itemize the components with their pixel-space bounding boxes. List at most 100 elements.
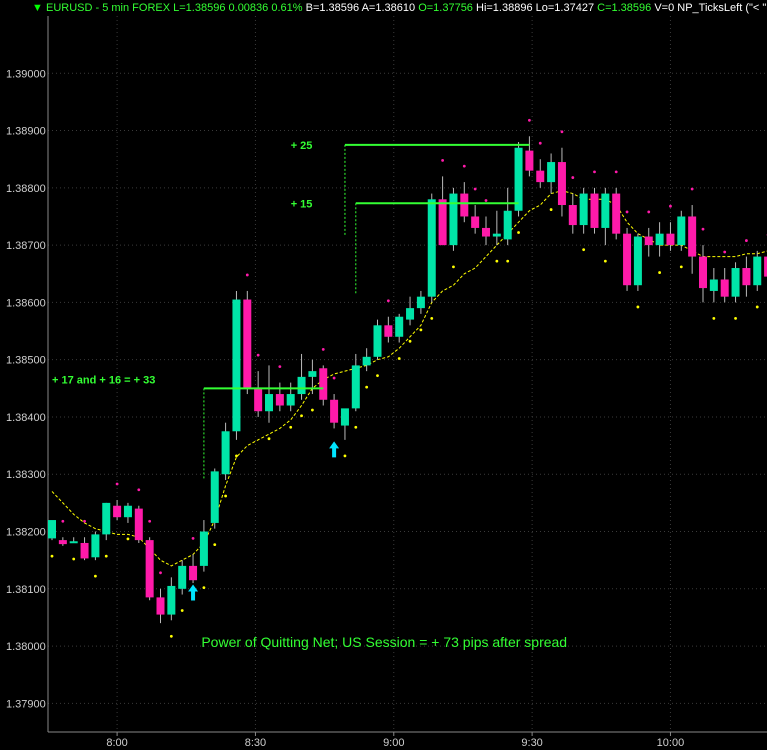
candle-body xyxy=(579,193,588,226)
entry-arrows xyxy=(188,441,340,601)
y-tick-label: 1.38500 xyxy=(6,355,46,367)
candle-body xyxy=(406,308,415,320)
candle-body xyxy=(590,193,599,228)
indicator-dot xyxy=(593,170,596,174)
candle-body xyxy=(482,227,490,237)
candle-body xyxy=(753,256,762,286)
candle-body xyxy=(503,210,512,240)
candle-body xyxy=(319,368,328,400)
indicator-dot xyxy=(115,482,119,486)
candle-body xyxy=(612,193,621,234)
x-tick-label: 9:30 xyxy=(521,737,542,749)
candle-body xyxy=(557,162,566,206)
candle-body xyxy=(688,216,697,257)
trade-lines xyxy=(203,143,530,479)
candle-body xyxy=(123,505,132,518)
y-tick-label: 1.38100 xyxy=(6,584,46,596)
candle-body xyxy=(699,256,707,289)
indicator-dot xyxy=(636,305,640,309)
y-tick-label: 1.38900 xyxy=(6,126,46,138)
candle-body xyxy=(362,356,371,366)
indicator-dot xyxy=(625,210,629,214)
grid-lines xyxy=(48,16,767,732)
candle-body xyxy=(568,205,577,226)
candle-body xyxy=(167,585,176,615)
candle-body xyxy=(308,371,317,377)
indicator-dot xyxy=(376,374,379,378)
candle-body xyxy=(80,542,89,559)
up-arrow-icon xyxy=(329,441,340,458)
annotation-label: + 15 xyxy=(291,198,313,210)
candle-body xyxy=(514,147,523,211)
indicator-dot xyxy=(354,425,358,429)
candle-body xyxy=(720,279,729,297)
y-tick-label: 1.37900 xyxy=(6,698,46,710)
candle-body xyxy=(102,502,111,535)
indicator-dot xyxy=(267,437,271,441)
x-tick-label: 9:00 xyxy=(383,737,404,749)
indicator-dot xyxy=(669,204,672,208)
candle-body xyxy=(199,531,208,566)
indicator-dot xyxy=(365,385,369,389)
indicator-dot xyxy=(213,543,217,547)
y-tick-label: 1.38400 xyxy=(6,412,46,424)
y-tick-label: 1.38200 xyxy=(6,527,46,539)
indicator-dot xyxy=(235,454,238,458)
indicator-dot xyxy=(169,634,173,638)
indicator-dot xyxy=(311,408,314,412)
indicator-dot xyxy=(245,273,249,277)
indicator-dot xyxy=(386,299,390,303)
indicator-dot xyxy=(397,357,401,360)
indicator-dot xyxy=(603,259,607,263)
y-tick-label: 1.38300 xyxy=(6,469,46,481)
indicator-dot xyxy=(256,353,260,357)
indicator-dot xyxy=(191,537,195,540)
indicator-dot xyxy=(148,519,152,523)
candle-body xyxy=(210,471,219,523)
indicator-dot xyxy=(560,130,564,134)
indicator-dot xyxy=(745,239,748,242)
indicator-dot xyxy=(549,208,553,211)
candle-body xyxy=(351,365,360,409)
indicator-dot xyxy=(72,557,76,561)
indicator-dot xyxy=(647,210,651,214)
indicator-dot xyxy=(180,609,184,612)
candle-body xyxy=(644,236,653,246)
indicator-dot xyxy=(321,348,325,351)
candle-body xyxy=(69,541,78,544)
candle-body xyxy=(416,296,425,309)
indicator-dots xyxy=(50,118,767,638)
indicator-dot xyxy=(528,118,531,122)
y-tick-label: 1.38600 xyxy=(6,297,46,309)
candle-body xyxy=(178,565,187,589)
indicator-dot xyxy=(343,454,347,458)
y-tick-label: 1.38700 xyxy=(6,240,46,252)
indicator-dot xyxy=(83,519,86,523)
candle-body xyxy=(113,505,122,518)
indicator-dot xyxy=(723,250,727,254)
candle-body xyxy=(373,325,382,357)
candle-body xyxy=(633,236,642,286)
indicator-dot xyxy=(430,317,434,320)
x-tick-label: 8:30 xyxy=(245,737,266,749)
x-tick-label: 10:00 xyxy=(657,737,685,749)
indicator-dot xyxy=(224,494,228,498)
candle-body xyxy=(330,399,339,423)
candle-body xyxy=(438,199,447,246)
indicator-dot xyxy=(94,574,97,578)
candle-body xyxy=(221,431,230,475)
candle-body xyxy=(145,540,154,598)
indicator-dot xyxy=(137,488,141,492)
candle-body xyxy=(91,534,100,558)
indicator-dot xyxy=(408,339,412,343)
indicator-dot xyxy=(419,328,423,332)
indicator-dot xyxy=(159,571,162,575)
candle-body xyxy=(254,388,263,412)
price-chart[interactable]: 1.39000 1.38900 1.38800 1.38700 1.38600 1.385… xyxy=(0,0,767,750)
indicator-dot xyxy=(712,317,716,320)
y-axis: 1.39000 1.38900 1.38800 1.38700 1.38600 1.385… xyxy=(6,16,49,732)
candle-body xyxy=(156,597,165,615)
candle-body xyxy=(134,508,143,541)
candle-body xyxy=(48,520,56,539)
indicator-dot xyxy=(734,317,737,320)
